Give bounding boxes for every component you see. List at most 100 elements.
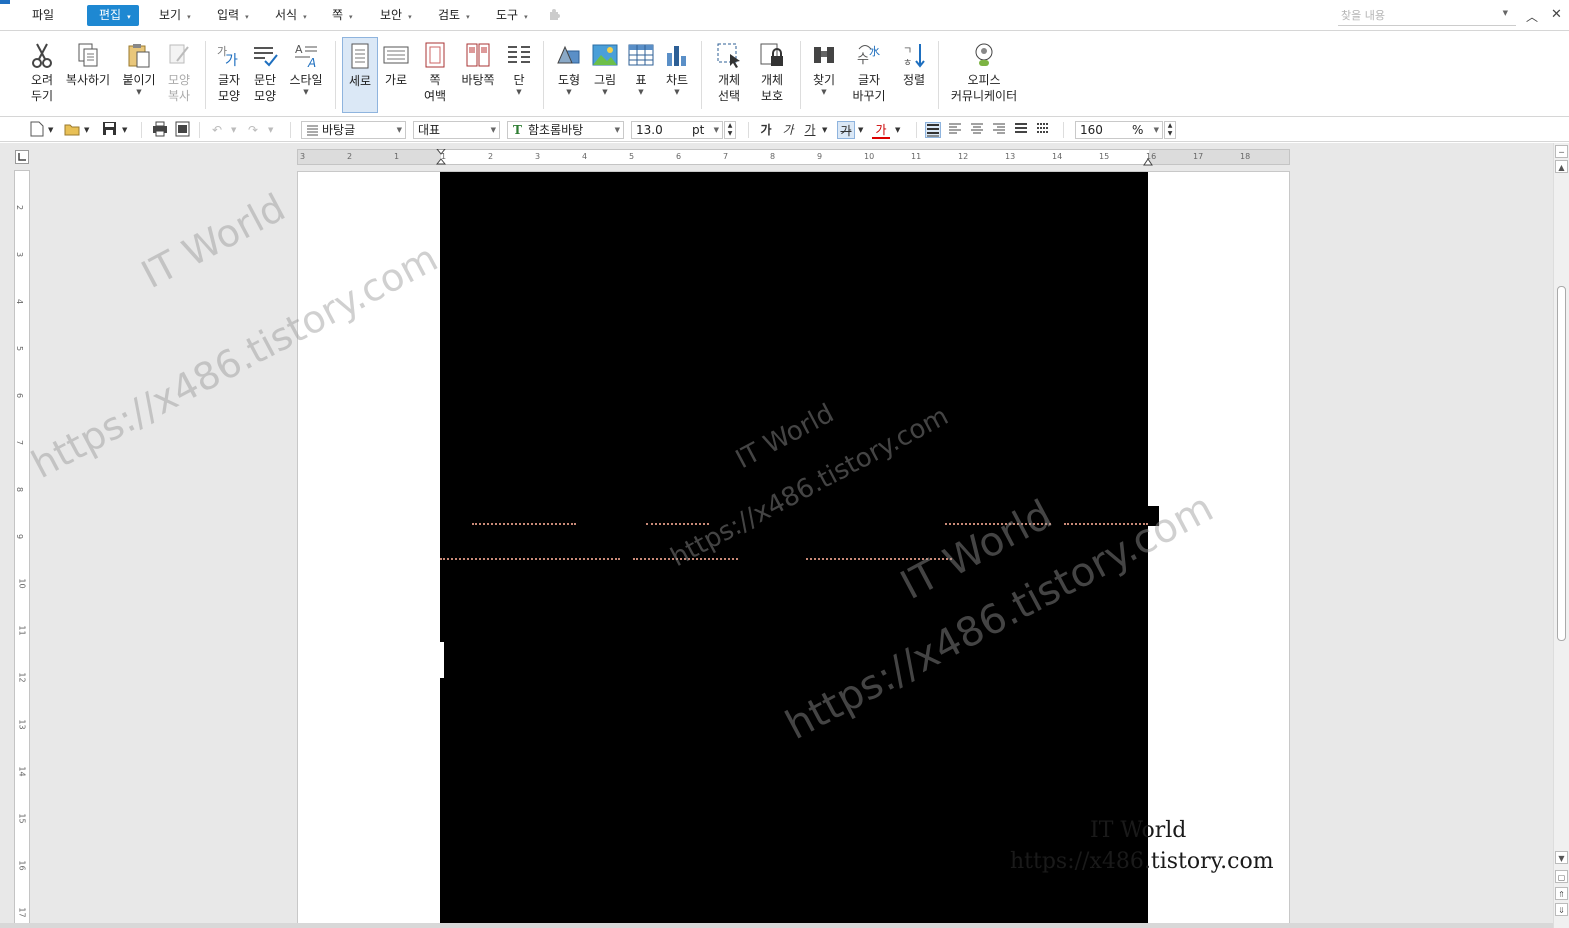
scrollbar-thumb[interactable] — [1557, 286, 1566, 641]
menu-file[interactable]: 파일 — [28, 5, 58, 26]
scroll-up-icon[interactable]: ▲ — [1555, 160, 1568, 173]
toolbar-divider — [199, 122, 200, 138]
italic-button[interactable]: 가 — [779, 121, 797, 139]
char-shape-button[interactable]: 가가 글자 모양 — [213, 37, 245, 113]
zoom-input[interactable]: 160 % ▼ — [1075, 121, 1163, 139]
messenger-icon — [975, 43, 993, 66]
chevron-down-icon[interactable]: ▼ — [122, 121, 127, 139]
cut-label-1: 오려 — [30, 73, 54, 87]
table-button[interactable]: 표 ▼ — [626, 37, 656, 113]
copy-button[interactable]: 복사하기 — [64, 37, 112, 113]
align-divide-button[interactable] — [1036, 122, 1052, 138]
align-distribute-button[interactable] — [1014, 122, 1030, 138]
menu-security[interactable]: 보안 ▾ — [376, 5, 416, 26]
chevron-down-icon[interactable]: ▼ — [84, 121, 89, 139]
ruler-tick-label: 3 — [300, 152, 306, 161]
chevron-down-icon: ▼ — [490, 126, 496, 134]
language-select[interactable]: 대표 ▼ — [413, 121, 500, 139]
align-right-button[interactable] — [992, 122, 1008, 138]
close-icon[interactable]: ✕ — [1551, 7, 1562, 22]
sort-button[interactable]: ㄱㅎ 정렬 — [898, 37, 930, 113]
undo-icon[interactable]: ↶ — [212, 121, 222, 139]
toolbar-divider — [141, 122, 142, 138]
align-center-button[interactable] — [970, 122, 986, 138]
horizontal-scrollbar[interactable] — [0, 923, 1553, 928]
object-select-icon — [717, 43, 740, 68]
redo-icon[interactable]: ↷ — [248, 121, 258, 139]
style-button[interactable]: AA 스타일 ▼ — [287, 37, 325, 113]
print-icon[interactable] — [152, 121, 168, 139]
bold-button[interactable]: 가 — [757, 121, 775, 139]
menu-review[interactable]: 검토 ▾ — [434, 5, 474, 26]
watermark-signature-title: IT World — [1090, 818, 1187, 843]
chevron-down-icon[interactable]: ▼ — [822, 121, 827, 139]
menu-view[interactable]: 보기 ▾ — [155, 5, 195, 26]
horizontal-ruler[interactable]: 3 2 1 1 2 3 4 5 6 7 8 9 10 11 12 13 14 15 16 17 18 — [297, 149, 1290, 166]
menu-insert[interactable]: 입력 ▾ — [213, 5, 253, 26]
print-preview-icon[interactable] — [175, 121, 190, 139]
chevron-down-icon[interactable]: ▼ — [268, 121, 273, 139]
chevron-down-icon[interactable]: ▼ — [858, 121, 863, 139]
menu-tools[interactable]: 도구 ▾ — [492, 5, 532, 26]
find-button[interactable]: 찾기 ▼ — [808, 37, 840, 113]
menu-edit[interactable]: 편집 ▾ — [87, 5, 139, 26]
chart-button[interactable]: 차트 ▼ — [661, 37, 693, 113]
ruler-corner-button[interactable] — [15, 150, 29, 164]
vertical-ruler[interactable]: 2 3 4 5 6 7 8 9 10 11 12 13 14 15 16 17 — [14, 170, 30, 928]
object-protect-button[interactable]: 개체 보호 — [753, 37, 791, 113]
menu-page[interactable]: 쪽 ▾ — [328, 5, 357, 26]
menu-format[interactable]: 서식 ▾ — [271, 5, 311, 26]
strikethrough-button[interactable]: 가 — [837, 121, 855, 139]
chevron-down-icon[interactable]: ▼ — [895, 121, 900, 139]
search-input[interactable] — [1338, 6, 1488, 25]
font-size-value: 13.0 — [636, 123, 663, 137]
portrait-button[interactable]: 세로 — [342, 37, 378, 113]
format-copy-button[interactable]: 모양 복사 — [163, 37, 195, 113]
page-margin-button[interactable]: 쪽 여백 — [417, 37, 453, 113]
inserted-image[interactable] — [440, 172, 1148, 928]
replace-button[interactable]: 수水 글자 바꾸기 — [847, 37, 891, 113]
font-select[interactable]: T 함초롬바탕 ▼ — [507, 121, 624, 139]
para-shape-button[interactable]: 문단 모양 — [249, 37, 281, 113]
chevron-down-icon: ▼ — [516, 88, 522, 96]
collapse-icon[interactable]: ─ — [1555, 145, 1568, 158]
collapse-ribbon-icon[interactable]: ︿ — [1526, 8, 1538, 25]
shape-button[interactable]: 도형 ▼ — [552, 37, 586, 113]
columns-button[interactable]: 단 ▼ — [503, 37, 535, 113]
master-page-button[interactable]: 바탕쪽 — [458, 37, 498, 113]
align-left-button[interactable] — [948, 122, 964, 138]
style-select[interactable]: 바탕글 ▼ — [301, 121, 406, 139]
font-size-input[interactable]: 13.0 pt ▼ — [631, 121, 723, 139]
document-workspace[interactable]: 3 2 1 1 2 3 4 5 6 7 8 9 10 11 12 13 14 15 16 17 18 234567891… — [0, 143, 1553, 928]
new-document-icon[interactable] — [30, 121, 44, 139]
paste-button[interactable]: 붙이기 ▼ — [119, 37, 159, 113]
zoom-spinner[interactable]: ▲ ▼ — [1164, 121, 1176, 139]
svg-text:A: A — [307, 56, 316, 69]
ruler-tick-label: 14 — [1052, 152, 1063, 161]
right-indent-marker-icon[interactable] — [1143, 156, 1153, 166]
chevron-down-icon[interactable]: ▼ — [231, 121, 236, 139]
chevron-down-icon: ▾ — [349, 13, 353, 21]
align-justify-button[interactable] — [925, 122, 941, 138]
scroll-down-icon[interactable]: ▼ — [1555, 851, 1568, 864]
cut-button[interactable]: 오려 두기 — [26, 37, 58, 113]
svg-text:ㅎ: ㅎ — [903, 58, 912, 69]
font-color-button[interactable]: 가 — [872, 121, 890, 139]
page-view-icon[interactable]: ▢ — [1555, 870, 1568, 883]
office-communicator-button[interactable]: 오피스 커뮤니케이터 — [948, 37, 1020, 113]
object-select-button[interactable]: 개체 선택 — [710, 37, 748, 113]
previous-page-icon[interactable]: ⇑ — [1555, 887, 1568, 900]
chevron-down-icon[interactable]: ▼ — [48, 121, 53, 139]
search-box[interactable]: ▼ — [1338, 6, 1516, 26]
puzzle-icon[interactable] — [548, 8, 562, 22]
next-page-icon[interactable]: ⇓ — [1555, 903, 1568, 916]
underline-button[interactable]: 가 — [801, 121, 819, 139]
landscape-button[interactable]: 가로 — [380, 37, 412, 113]
vertical-scrollbar[interactable]: ─ ▲ ▼ ▢ ⇑ ⇓ — [1553, 143, 1569, 928]
chevron-down-icon[interactable]: ▼ — [1503, 9, 1508, 17]
save-icon[interactable] — [102, 121, 117, 139]
indent-marker-icon[interactable] — [436, 149, 446, 165]
picture-button[interactable]: 그림 ▼ — [589, 37, 621, 113]
open-folder-icon[interactable] — [64, 121, 80, 139]
font-size-spinner[interactable]: ▲ ▼ — [724, 121, 736, 139]
